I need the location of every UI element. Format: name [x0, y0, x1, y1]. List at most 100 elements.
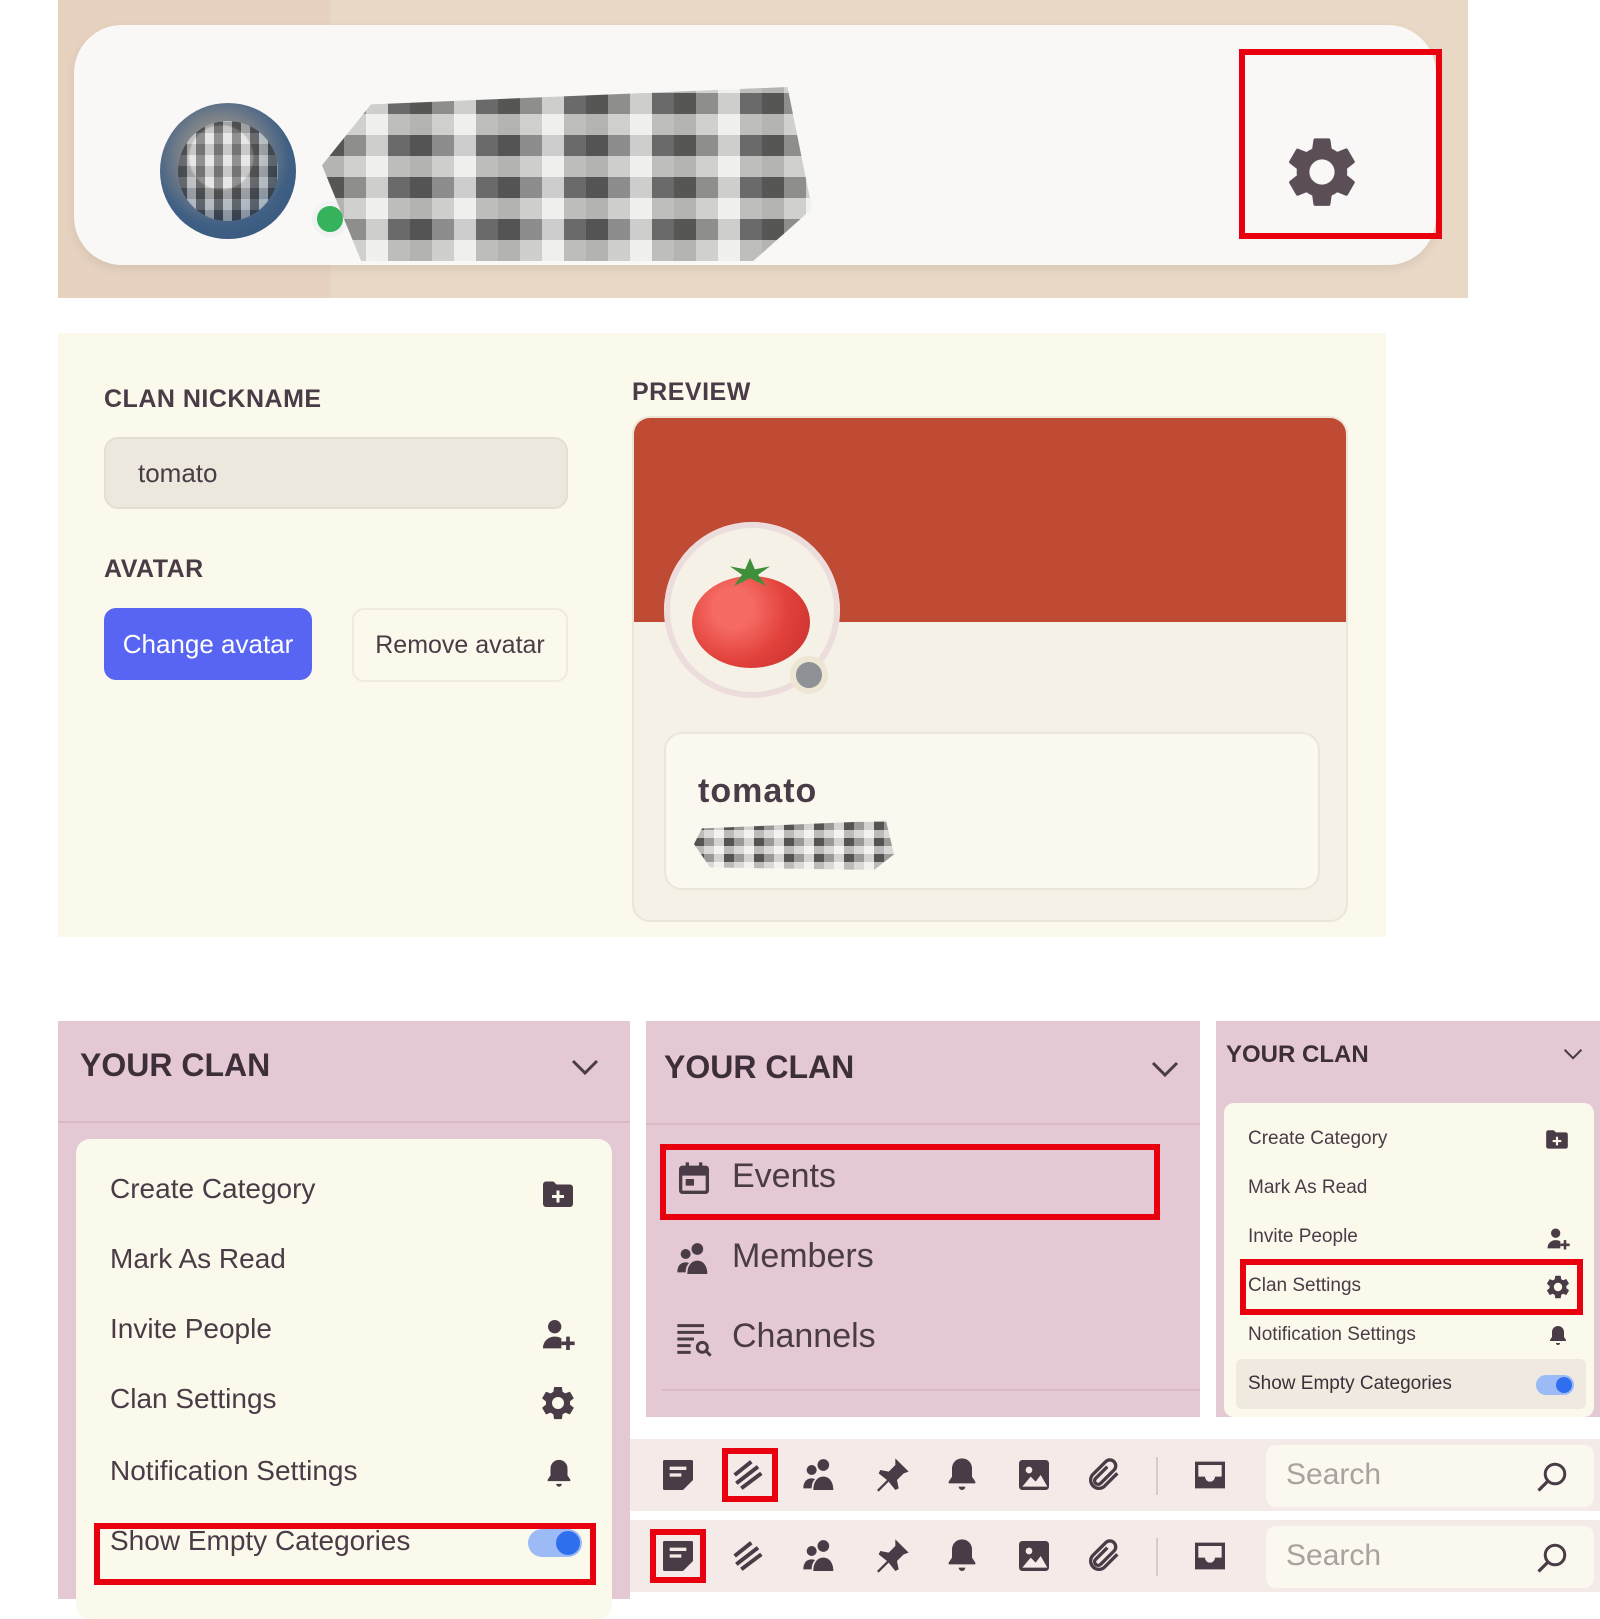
- chevron-down-icon[interactable]: [1562, 1047, 1584, 1061]
- chevron-down-icon[interactable]: [1150, 1059, 1180, 1079]
- bell-icon: [547, 1459, 571, 1487]
- channel-toolbar-2: Search: [630, 1520, 1600, 1592]
- tomato-avatar: [692, 576, 810, 668]
- preview-name-box: tomato: [664, 732, 1320, 890]
- search-icon[interactable]: [1534, 1459, 1570, 1495]
- nav-item-label: Members: [732, 1237, 874, 1275]
- toggle-knob: [556, 1531, 580, 1555]
- threads-icon[interactable]: [728, 1455, 768, 1495]
- user-card: [74, 25, 1436, 265]
- menu-item-label: Clan Settings: [110, 1383, 277, 1414]
- bell-icon[interactable]: [942, 1455, 982, 1495]
- menu-item-create-category[interactable]: Create Category: [110, 1173, 315, 1205]
- toggle-knob: [1556, 1377, 1572, 1393]
- threads-icon[interactable]: [728, 1536, 768, 1576]
- pixelated-username: [322, 87, 812, 261]
- clan-title[interactable]: YOUR CLAN: [664, 1049, 855, 1086]
- divider: [58, 1121, 630, 1123]
- members-icon[interactable]: [800, 1536, 840, 1576]
- clan-dropdown-small: YOUR CLAN Create Category Mark As Read I…: [1216, 1021, 1600, 1417]
- clan-settings-panel: CLAN NICKNAME tomato AVATAR Change avata…: [58, 333, 1386, 937]
- menu-item-label: Mark As Read: [1248, 1177, 1368, 1198]
- nav-item-members[interactable]: Members: [646, 1225, 1200, 1295]
- note-icon[interactable]: [658, 1536, 698, 1576]
- menu-item-create-category[interactable]: Create Category: [1248, 1128, 1387, 1150]
- folder-plus-icon: [1546, 1130, 1568, 1149]
- avatar-label: AVATAR: [104, 555, 204, 583]
- inbox-icon[interactable]: [1190, 1536, 1230, 1576]
- clan-menu: Create Category Mark As Read Invite Peop…: [1224, 1103, 1594, 1417]
- clan-menu: Create Category Mark As Read Invite Peop…: [76, 1139, 612, 1619]
- offline-status-indicator: [790, 656, 828, 694]
- gear-icon: [1547, 1275, 1569, 1299]
- menu-item-notification-settings[interactable]: Notification Settings: [110, 1455, 357, 1487]
- note-icon[interactable]: [658, 1455, 698, 1495]
- preview-label: PREVIEW: [632, 378, 751, 406]
- menu-item-invite-people[interactable]: Invite People: [1248, 1226, 1358, 1248]
- clan-nav-panel: YOUR CLAN Events Members Channels: [646, 1021, 1200, 1417]
- menu-item-clan-settings[interactable]: Clan Settings: [110, 1383, 277, 1415]
- pin-icon[interactable]: [872, 1455, 912, 1495]
- nav-item-channels[interactable]: Channels: [646, 1305, 1200, 1375]
- menu-item-label: Show Empty Categories: [110, 1525, 411, 1556]
- clan-title[interactable]: YOUR CLAN: [80, 1047, 271, 1084]
- gear-icon: [542, 1386, 574, 1420]
- menu-item-label: Invite People: [110, 1313, 272, 1344]
- menu-item-label: Notification Settings: [1248, 1324, 1416, 1345]
- search-placeholder: Search: [1286, 1458, 1382, 1491]
- user-profile-bar: [58, 0, 1468, 298]
- inbox-icon[interactable]: [1190, 1455, 1230, 1495]
- pixelated-username: [694, 820, 894, 870]
- user-avatar[interactable]: [160, 103, 296, 239]
- divider: [646, 1123, 1200, 1125]
- menu-item-label: Show Empty Categories: [1248, 1373, 1452, 1394]
- image-icon[interactable]: [1014, 1455, 1054, 1495]
- change-avatar-button[interactable]: Change avatar: [104, 608, 312, 680]
- show-empty-categories-toggle[interactable]: [528, 1529, 582, 1557]
- toolbar-divider: [1156, 1457, 1158, 1495]
- bell-icon[interactable]: [942, 1536, 982, 1576]
- attachment-icon[interactable]: [1084, 1536, 1124, 1576]
- calendar-icon: [679, 1162, 709, 1194]
- image-icon[interactable]: [1014, 1536, 1054, 1576]
- menu-item-show-empty-categories[interactable]: Show Empty Categories: [1236, 1359, 1586, 1409]
- pin-icon[interactable]: [872, 1536, 912, 1576]
- bell-icon: [1550, 1326, 1566, 1345]
- menu-item-label: Create Category: [1248, 1128, 1388, 1149]
- nav-item-label: Channels: [732, 1317, 876, 1355]
- nav-item-label: Events: [732, 1157, 836, 1195]
- folder-plus-icon: [543, 1181, 573, 1207]
- clan-title[interactable]: YOUR CLAN: [1226, 1041, 1369, 1069]
- menu-item-mark-as-read[interactable]: Mark As Read: [110, 1243, 286, 1275]
- attachment-icon[interactable]: [1084, 1455, 1124, 1495]
- user-plus-icon: [1547, 1228, 1570, 1250]
- preview-card: tomato: [632, 416, 1348, 922]
- clan-nickname-label: CLAN NICKNAME: [104, 385, 322, 413]
- clan-dropdown-large: YOUR CLAN Create Category Mark As Read I…: [58, 1021, 630, 1619]
- members-icon[interactable]: [800, 1455, 840, 1495]
- show-empty-categories-toggle[interactable]: [1536, 1375, 1574, 1395]
- remove-avatar-button[interactable]: Remove avatar: [352, 608, 568, 682]
- menu-item-notification-settings[interactable]: Notification Settings: [1248, 1324, 1416, 1346]
- toolbar-divider: [1156, 1538, 1158, 1576]
- search-icon[interactable]: [1534, 1540, 1570, 1576]
- menu-item-label: Invite People: [1248, 1226, 1358, 1247]
- search-placeholder: Search: [1286, 1539, 1382, 1572]
- search-input[interactable]: Search: [1266, 1526, 1594, 1588]
- menu-item-invite-people[interactable]: Invite People: [110, 1313, 272, 1345]
- search-input[interactable]: Search: [1266, 1445, 1594, 1507]
- nav-item-events[interactable]: Events: [646, 1145, 1200, 1215]
- channel-toolbar-1: Search: [630, 1439, 1600, 1511]
- members-icon: [677, 1243, 708, 1274]
- menu-item-clan-settings[interactable]: Clan Settings: [1248, 1275, 1361, 1297]
- menu-item-label: Mark As Read: [110, 1243, 286, 1274]
- menu-item-label: Notification Settings: [110, 1455, 358, 1486]
- menu-item-mark-as-read[interactable]: Mark As Read: [1248, 1177, 1367, 1199]
- pixelated-avatar-image: [178, 121, 278, 221]
- gear-icon[interactable]: [1280, 130, 1364, 214]
- menu-item-show-empty-categories[interactable]: Show Empty Categories: [110, 1525, 410, 1557]
- divider: [662, 1389, 1200, 1391]
- clan-nickname-input[interactable]: tomato: [104, 437, 568, 509]
- chevron-down-icon[interactable]: [570, 1057, 600, 1077]
- menu-item-label: Clan Settings: [1248, 1275, 1362, 1296]
